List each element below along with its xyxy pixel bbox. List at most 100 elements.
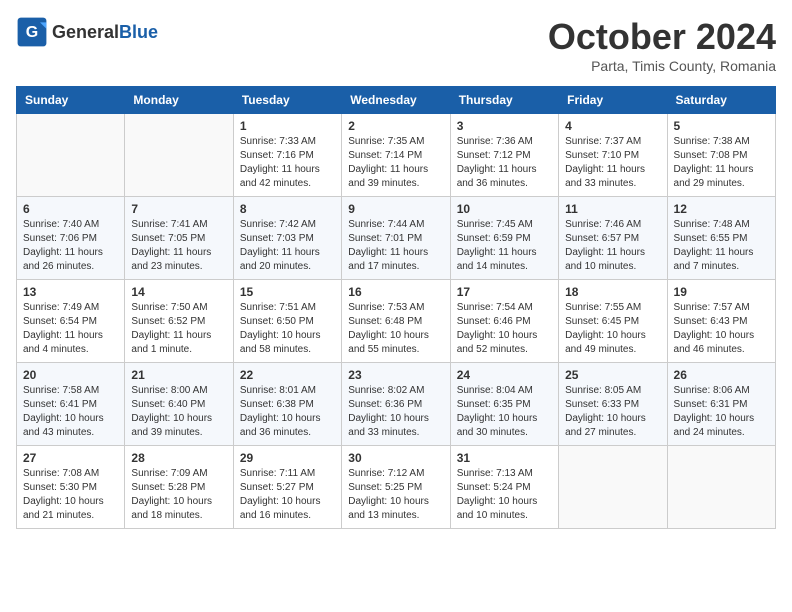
day-number: 5	[674, 119, 769, 133]
table-row: 29Sunrise: 7:11 AMSunset: 5:27 PMDayligh…	[233, 446, 341, 529]
day-number: 3	[457, 119, 552, 133]
table-row: 12Sunrise: 7:48 AMSunset: 6:55 PMDayligh…	[667, 197, 775, 280]
day-number: 19	[674, 285, 769, 299]
day-info: Sunrise: 7:41 AMSunset: 7:05 PMDaylight:…	[131, 218, 226, 274]
day-info: Sunrise: 7:49 AMSunset: 6:54 PMDaylight:…	[23, 301, 118, 357]
day-number: 31	[457, 451, 552, 465]
day-info: Sunrise: 7:13 AMSunset: 5:24 PMDaylight:…	[457, 467, 552, 523]
table-row	[125, 114, 233, 197]
day-info: Sunrise: 7:45 AMSunset: 6:59 PMDaylight:…	[457, 218, 552, 274]
day-info: Sunrise: 8:02 AMSunset: 6:36 PMDaylight:…	[348, 384, 443, 440]
table-row: 22 Sunrise: 8:01 AMSunset: 6:38 PMDayligh…	[233, 363, 341, 446]
day-info: Sunrise: 7:57 AMSunset: 6:43 PMDaylight:…	[674, 301, 769, 357]
logo-icon: G	[16, 16, 48, 48]
day-number: 17	[457, 285, 552, 299]
day-number: 15	[240, 285, 335, 299]
day-info: Sunrise: 7:37 AMSunset: 7:10 PMDaylight:…	[565, 135, 660, 191]
table-row: 14Sunrise: 7:50 AMSunset: 6:52 PMDayligh…	[125, 280, 233, 363]
day-number: 11	[565, 202, 660, 216]
day-number: 28	[131, 451, 226, 465]
table-row: 19 Sunrise: 7:57 AMSunset: 6:43 PMDayligh…	[667, 280, 775, 363]
day-info: Sunrise: 7:40 AMSunset: 7:06 PMDaylight:…	[23, 218, 118, 274]
page-header: G GeneralBlue October 2024 Parta, Timis …	[16, 16, 776, 74]
day-number: 23	[348, 368, 443, 382]
day-number: 26	[674, 368, 769, 382]
day-number: 22	[240, 368, 335, 382]
table-row: 9 Sunrise: 7:44 AMSunset: 7:01 PMDaylight…	[342, 197, 450, 280]
table-row: 30 Sunrise: 7:12 AMSunset: 5:25 PMDayligh…	[342, 446, 450, 529]
weekday-saturday: Saturday	[667, 87, 775, 114]
table-row: 20 Sunrise: 7:58 AMSunset: 6:41 PMDayligh…	[17, 363, 125, 446]
day-number: 30	[348, 451, 443, 465]
day-info: Sunrise: 7:54 AMSunset: 6:46 PMDaylight:…	[457, 301, 552, 357]
weekday-thursday: Thursday	[450, 87, 558, 114]
day-info: Sunrise: 7:53 AMSunset: 6:48 PMDaylight:…	[348, 301, 443, 357]
location-subtitle: Parta, Timis County, Romania	[548, 58, 776, 74]
table-row: 6 Sunrise: 7:40 AMSunset: 7:06 PMDaylight…	[17, 197, 125, 280]
day-info: Sunrise: 8:01 AMSunset: 6:38 PMDaylight:…	[240, 384, 335, 440]
day-info: Sunrise: 7:12 AMSunset: 5:25 PMDaylight:…	[348, 467, 443, 523]
table-row	[667, 446, 775, 529]
day-info: Sunrise: 7:51 AMSunset: 6:50 PMDaylight:…	[240, 301, 335, 357]
day-info: Sunrise: 7:08 AMSunset: 5:30 PMDaylight:…	[23, 467, 118, 523]
day-number: 21	[131, 368, 226, 382]
logo-text-general: General	[52, 22, 119, 42]
table-row: 24 Sunrise: 8:04 AMSunset: 6:35 PMDayligh…	[450, 363, 558, 446]
weekday-sunday: Sunday	[17, 87, 125, 114]
day-info: Sunrise: 7:11 AMSunset: 5:27 PMDaylight:…	[240, 467, 335, 523]
day-number: 14	[131, 285, 226, 299]
svg-text:G: G	[26, 24, 38, 41]
day-number: 18	[565, 285, 660, 299]
month-title: October 2024	[548, 16, 776, 58]
day-number: 6	[23, 202, 118, 216]
day-number: 7	[131, 202, 226, 216]
table-row: 4 Sunrise: 7:37 AMSunset: 7:10 PMDaylight…	[559, 114, 667, 197]
day-number: 10	[457, 202, 552, 216]
calendar-header-row: Sunday Monday Tuesday Wednesday Thursday…	[17, 87, 776, 114]
table-row: 5 Sunrise: 7:38 AMSunset: 7:08 PMDaylight…	[667, 114, 775, 197]
day-number: 24	[457, 368, 552, 382]
table-row: 28 Sunrise: 7:09 AMSunset: 5:28 PMDayligh…	[125, 446, 233, 529]
day-info: Sunrise: 7:46 AMSunset: 6:57 PMDaylight:…	[565, 218, 660, 274]
logo-text-blue: Blue	[119, 22, 158, 42]
table-row: 15 Sunrise: 7:51 AMSunset: 6:50 PMDayligh…	[233, 280, 341, 363]
day-info: Sunrise: 7:09 AMSunset: 5:28 PMDaylight:…	[131, 467, 226, 523]
day-info: Sunrise: 7:38 AMSunset: 7:08 PMDaylight:…	[674, 135, 769, 191]
weekday-friday: Friday	[559, 87, 667, 114]
day-number: 8	[240, 202, 335, 216]
day-number: 12	[674, 202, 769, 216]
day-info: Sunrise: 7:44 AMSunset: 7:01 PMDaylight:…	[348, 218, 443, 274]
day-number: 1	[240, 119, 335, 133]
table-row: 21 Sunrise: 8:00 AMSunset: 6:40 PMDayligh…	[125, 363, 233, 446]
table-row: 7 Sunrise: 7:41 AMSunset: 7:05 PMDaylight…	[125, 197, 233, 280]
day-info: Sunrise: 8:04 AMSunset: 6:35 PMDaylight:…	[457, 384, 552, 440]
calendar-week-1: 1 Sunrise: 7:33 AMSunset: 7:16 PMDaylight…	[17, 114, 776, 197]
table-row: 11 Sunrise: 7:46 AMSunset: 6:57 PMDayligh…	[559, 197, 667, 280]
day-info: Sunrise: 7:58 AMSunset: 6:41 PMDaylight:…	[23, 384, 118, 440]
day-number: 4	[565, 119, 660, 133]
table-row: 1 Sunrise: 7:33 AMSunset: 7:16 PMDaylight…	[233, 114, 341, 197]
weekday-tuesday: Tuesday	[233, 87, 341, 114]
table-row: 3Sunrise: 7:36 AMSunset: 7:12 PMDaylight…	[450, 114, 558, 197]
day-info: Sunrise: 7:33 AMSunset: 7:16 PMDaylight:…	[240, 135, 335, 191]
day-number: 27	[23, 451, 118, 465]
table-row: 8Sunrise: 7:42 AMSunset: 7:03 PMDaylight…	[233, 197, 341, 280]
table-row	[559, 446, 667, 529]
table-row: 31 Sunrise: 7:13 AMSunset: 5:24 PMDayligh…	[450, 446, 558, 529]
table-row	[17, 114, 125, 197]
table-row: 27 Sunrise: 7:08 AMSunset: 5:30 PMDayligh…	[17, 446, 125, 529]
calendar-table: Sunday Monday Tuesday Wednesday Thursday…	[16, 86, 776, 529]
weekday-wednesday: Wednesday	[342, 87, 450, 114]
table-row: 23 Sunrise: 8:02 AMSunset: 6:36 PMDayligh…	[342, 363, 450, 446]
day-info: Sunrise: 8:05 AMSunset: 6:33 PMDaylight:…	[565, 384, 660, 440]
calendar-week-2: 6 Sunrise: 7:40 AMSunset: 7:06 PMDaylight…	[17, 197, 776, 280]
table-row: 25 Sunrise: 8:05 AMSunset: 6:33 PMDayligh…	[559, 363, 667, 446]
day-number: 2	[348, 119, 443, 133]
day-number: 20	[23, 368, 118, 382]
day-info: Sunrise: 8:00 AMSunset: 6:40 PMDaylight:…	[131, 384, 226, 440]
calendar-week-5: 27 Sunrise: 7:08 AMSunset: 5:30 PMDayligh…	[17, 446, 776, 529]
day-number: 25	[565, 368, 660, 382]
day-number: 9	[348, 202, 443, 216]
table-row: 17 Sunrise: 7:54 AMSunset: 6:46 PMDayligh…	[450, 280, 558, 363]
table-row: 10 Sunrise: 7:45 AMSunset: 6:59 PMDayligh…	[450, 197, 558, 280]
